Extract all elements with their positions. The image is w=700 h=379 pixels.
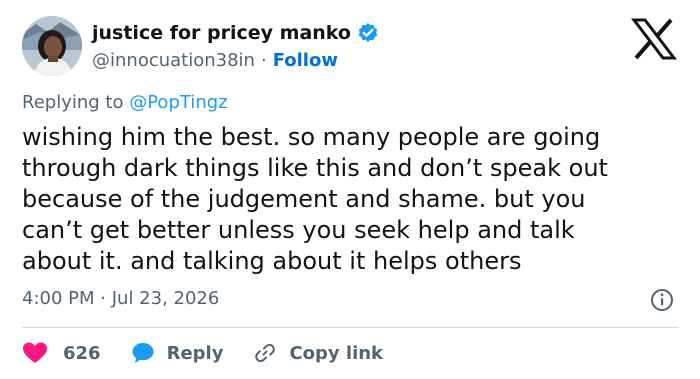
like-count: 626 (63, 342, 101, 364)
copy-link-button[interactable]: Copy link (253, 341, 383, 365)
reply-mention-link[interactable]: @PopTingz (129, 92, 227, 113)
heart-icon (22, 341, 48, 365)
action-bar: 626 Reply Copy link (22, 338, 383, 368)
reply-context: Replying to @PopTingz (22, 92, 228, 113)
copy-link-label: Copy link (289, 342, 384, 364)
reply-prefix: Replying to (22, 92, 124, 113)
x-logo-icon[interactable] (630, 18, 678, 60)
verified-badge-icon (357, 22, 379, 44)
author-handle-row: @innocuation38in · Follow (92, 48, 338, 72)
author-display-name[interactable]: justice for pricey manko (92, 22, 351, 44)
link-icon (253, 341, 277, 365)
tweet-text: wishing him the best. so many people are… (22, 123, 608, 275)
author-name-row: justice for pricey manko (92, 20, 379, 46)
follow-button[interactable]: Follow (273, 50, 338, 71)
avatar-image (22, 16, 82, 76)
divider (22, 327, 678, 328)
tweet-date: Jul 23, 2026 (111, 288, 220, 309)
handle-separator: · (260, 49, 267, 71)
reply-label: Reply (166, 342, 224, 364)
info-icon[interactable] (650, 288, 674, 312)
timestamp-separator: · (100, 288, 106, 309)
author-handle[interactable]: @innocuation38in (92, 50, 255, 71)
reply-button[interactable]: Reply (131, 341, 224, 365)
tweet-time: 4:00 PM (22, 288, 95, 309)
like-button[interactable]: 626 (22, 341, 101, 365)
avatar[interactable] (22, 16, 82, 76)
speech-bubble-icon (131, 341, 155, 365)
tweet-timestamp[interactable]: 4:00 PM · Jul 23, 2026 (22, 288, 219, 309)
